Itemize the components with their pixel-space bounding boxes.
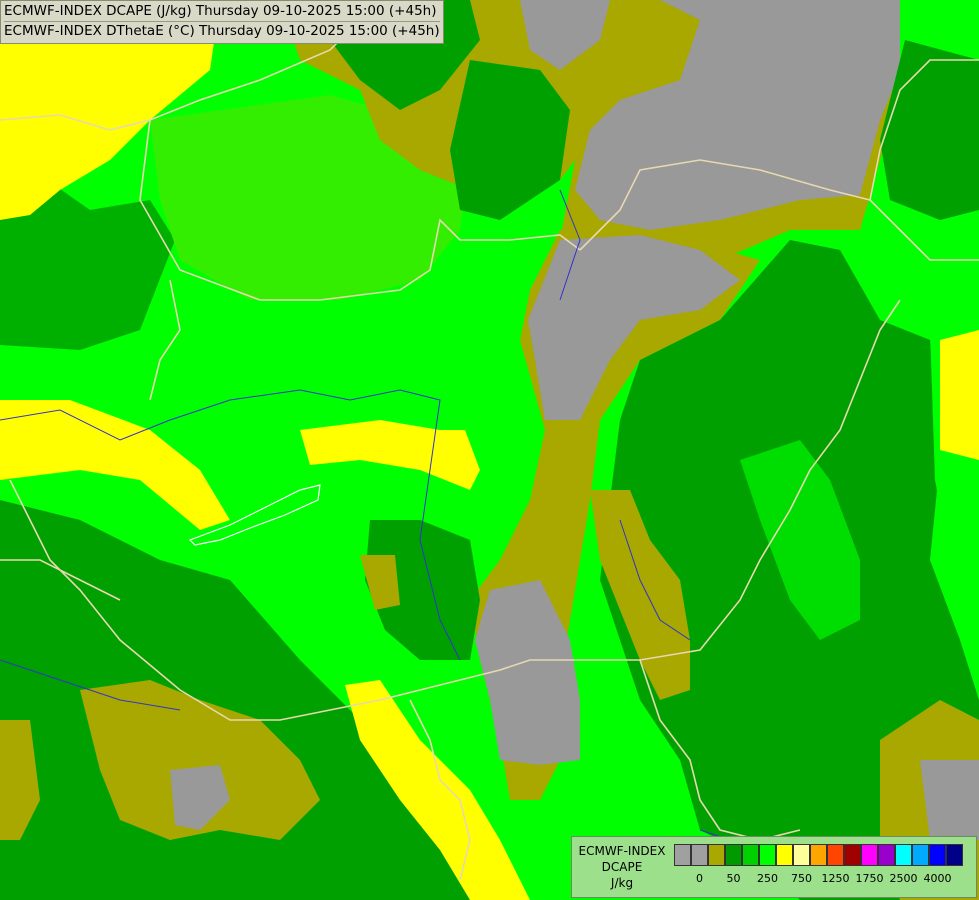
- title-line-dthetae: ECMWF-INDEX DThetaE (°C) Thursday 09-10-…: [4, 23, 440, 39]
- legend-variable: DCAPE: [601, 860, 643, 874]
- legend-swatch: [844, 844, 861, 866]
- legend-swatch: [793, 844, 810, 866]
- legend-swatch: [861, 844, 878, 866]
- color-legend: ECMWF-INDEX DCAPE J/kg 0 50 250 750 1250 1750…: [571, 836, 977, 898]
- legend-swatch: [742, 844, 759, 866]
- legend-tick-label: 2500: [889, 872, 918, 885]
- legend-tick-label: 1250: [821, 872, 850, 885]
- title-line-dcape: ECMWF-INDEX DCAPE (J/kg) Thursday 09-10-…: [4, 3, 437, 19]
- map-title-box: ECMWF-INDEX DCAPE (J/kg) Thursday 09-10-…: [0, 0, 444, 44]
- field-grey-southeast: [920, 760, 979, 840]
- legend-swatch: [895, 844, 912, 866]
- forecast-map: [0, 0, 979, 900]
- legend-swatch: [674, 844, 691, 866]
- legend-tick-label: 4000: [923, 872, 952, 885]
- legend-tick-label: 1750: [855, 872, 884, 885]
- legend-swatch: [725, 844, 742, 866]
- field-yellow-east: [940, 330, 979, 460]
- legend-swatch: [946, 844, 963, 866]
- legend-tick-label: 50: [726, 872, 741, 885]
- legend-swatch: [708, 844, 725, 866]
- legend-swatch: [691, 844, 708, 866]
- legend-name: ECMWF-INDEX: [578, 844, 666, 858]
- legend-caption: ECMWF-INDEX DCAPE J/kg: [572, 843, 672, 891]
- legend-swatch: [878, 844, 895, 866]
- legend-swatch: [776, 844, 793, 866]
- legend-swatch: [827, 844, 844, 866]
- legend-swatch: [929, 844, 946, 866]
- legend-ticks: 0 50 250 750 1250 1750 2500 4000: [674, 872, 974, 888]
- legend-unit: J/kg: [610, 876, 634, 890]
- legend-tick-label: 0: [696, 872, 703, 885]
- legend-swatch: [759, 844, 776, 866]
- legend-tick-label: 250: [757, 872, 778, 885]
- legend-tick-label: 750: [791, 872, 812, 885]
- legend-swatch: [912, 844, 929, 866]
- legend-swatches: [674, 844, 963, 866]
- legend-swatch: [810, 844, 827, 866]
